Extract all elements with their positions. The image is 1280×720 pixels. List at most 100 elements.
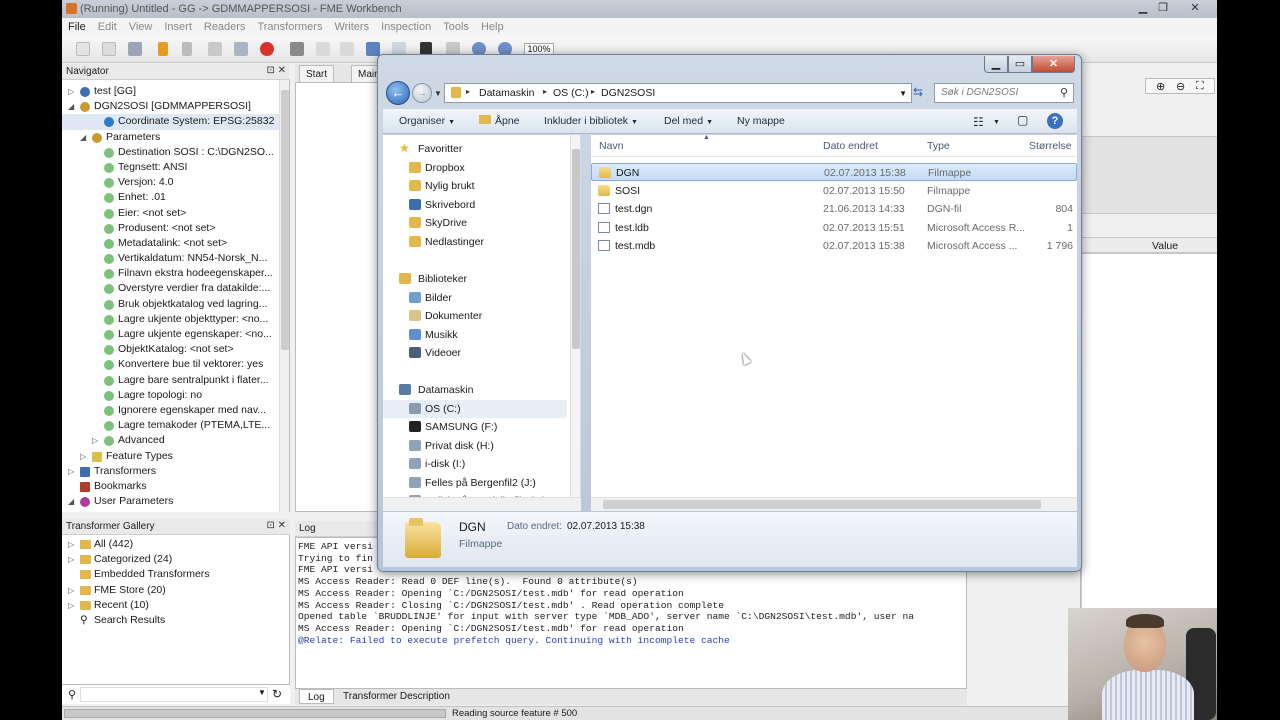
minimize-icon[interactable]: ▁ (984, 56, 1008, 73)
share-with-button[interactable]: Del med ▼ (664, 115, 713, 127)
nav-item[interactable]: OS (C:) (383, 400, 567, 418)
gallery-item[interactable]: ▷ All (442) (62, 537, 282, 552)
tree-item[interactable]: Lagre temakoder (PTEMA,LTE... (62, 418, 280, 433)
column-size[interactable]: Størrelse (1029, 140, 1072, 152)
history-dropdown-icon[interactable]: ▼ (434, 89, 442, 98)
nav-item[interactable]: SAMSUNG (F:) (383, 418, 567, 436)
nav-item[interactable]: Skrivebord (383, 196, 567, 214)
address-dropdown-icon[interactable]: ▼ (899, 89, 907, 98)
tab-start[interactable]: Start (299, 65, 335, 82)
search-input[interactable]: Søk i DGN2SOSI ⚲ (934, 83, 1074, 103)
open-button[interactable]: Åpne (479, 115, 520, 127)
nav-item[interactable]: Datamaskin (383, 381, 567, 399)
address-bar[interactable]: ▸ Datamaskin ▸ OS (C:) ▸ DGN2SOSI ▼ (444, 83, 912, 103)
cut-icon[interactable] (290, 42, 304, 56)
nav-item[interactable]: i-disk (I:) (383, 455, 567, 473)
tree-item[interactable]: Lagre bare sentralpunkt i flater... (62, 373, 280, 388)
tree-item[interactable]: Filnavn ekstra hodeegenskaper... (62, 266, 280, 281)
gallery-item[interactable]: ▷ Recent (10) (62, 598, 282, 613)
expand-arrow-icon[interactable]: ▷ (68, 537, 74, 552)
tree-item[interactable]: ◢ Parameters (62, 130, 280, 145)
maximize-icon[interactable]: ❐ (1153, 1, 1173, 15)
nav-item[interactable]: Dropbox (383, 159, 567, 177)
open-icon[interactable] (102, 42, 116, 56)
tree-item[interactable]: Destination SOSI : C:\DGN2SO... (62, 145, 280, 160)
nav-item[interactable]: Privat disk (H:) (383, 437, 567, 455)
tree-item[interactable]: Ignorere egenskaper med nav... (62, 403, 280, 418)
tab-transformer-description[interactable]: Transformer Description (335, 689, 458, 704)
gallery-item[interactable]: ▷ FME Store (20) (62, 583, 282, 598)
inspect-icon[interactable] (234, 42, 248, 56)
gallery-item[interactable]: ⚲ Search Results (62, 613, 282, 628)
scrollbar-thumb[interactable] (572, 149, 580, 349)
tree-item[interactable]: Eier: <not set> (62, 206, 280, 221)
tree-item[interactable]: Versjon: 4.0 (62, 175, 280, 190)
nav-item[interactable]: SkyDrive (383, 214, 567, 232)
back-button[interactable]: ← (386, 81, 410, 105)
dropdown-icon[interactable]: ▼ (993, 119, 1000, 126)
gallery-search-input[interactable] (80, 687, 268, 702)
help-icon[interactable]: ? (1047, 113, 1063, 129)
expand-arrow-icon[interactable]: ▷ (68, 84, 77, 99)
navigator-scrollbar[interactable] (279, 80, 289, 512)
nav-item[interactable]: Bilder (383, 289, 567, 307)
menu-file[interactable]: File (62, 18, 92, 33)
gallery-item[interactable]: ▷ Categorized (24) (62, 552, 282, 567)
panel-controls-icon[interactable]: ⊡ ✕ (266, 520, 286, 531)
step-icon[interactable] (208, 42, 222, 56)
expand-arrow-icon[interactable]: ▷ (92, 433, 101, 448)
include-in-library-button[interactable]: Inkluder i bibliotek ▼ (544, 115, 638, 127)
expand-arrow-icon[interactable]: ▷ (68, 464, 77, 479)
tree-item[interactable]: ▷ Feature Types (62, 449, 280, 464)
tree-item[interactable]: Tegnsett: ANSI (62, 160, 280, 175)
nav-item[interactable]: Nylig brukt (383, 177, 567, 195)
tree-item[interactable]: ▷ Advanced (62, 433, 280, 448)
tree-item[interactable]: Bookmarks (62, 479, 280, 494)
tree-item[interactable]: Bruk objektkatalog ved lagring... (62, 297, 280, 312)
expand-arrow-icon[interactable]: ◢ (68, 99, 77, 114)
file-row[interactable]: test.dgn 21.06.2013 14:33 DGN-fil 804 (591, 200, 1077, 218)
tree-item[interactable]: Metadatalink: <not set> (62, 236, 280, 251)
column-name[interactable]: Navn (599, 140, 624, 152)
navigation-hscrollbar[interactable] (383, 497, 581, 511)
nav-item[interactable]: Nedlastinger (383, 233, 567, 251)
scrollbar-thumb[interactable] (281, 90, 289, 350)
save-icon[interactable] (128, 42, 142, 56)
nav-item[interactable]: ★ Favoritter (383, 140, 567, 158)
tree-item[interactable]: Overstyre verdier fra datakilde:... (62, 281, 280, 296)
nav-item[interactable]: Biblioteker (383, 270, 567, 288)
breadcrumb-drive[interactable]: OS (C:) (553, 87, 589, 99)
tree-item[interactable]: Vertikaldatum: NN54-Norsk_N... (62, 251, 280, 266)
menu-tools[interactable]: Tools (437, 18, 475, 33)
menu-help[interactable]: Help (475, 18, 510, 33)
preview-pane-icon[interactable]: ▢ (1017, 113, 1028, 127)
expand-arrow-icon[interactable]: ▷ (80, 449, 89, 464)
breadcrumb-folder[interactable]: DGN2SOSI (601, 87, 655, 99)
tree-item[interactable]: Konvertere bue til vektorer: yes (62, 357, 280, 372)
close-icon[interactable]: ✕ (1185, 1, 1205, 15)
file-row[interactable]: SOSI 02.07.2013 15:50 Filmappe (591, 182, 1077, 200)
expand-arrow-icon[interactable]: ▷ (68, 598, 74, 613)
tab-log[interactable]: Log (299, 689, 334, 704)
maximize-icon[interactable]: ▭ (1008, 56, 1032, 73)
menu-readers[interactable]: Readers (198, 18, 252, 33)
file-row[interactable]: test.mdb 02.07.2013 15:38 Microsoft Access… (591, 237, 1077, 255)
tree-item[interactable]: ▷ Transformers (62, 464, 280, 479)
new-folder-button[interactable]: Ny mappe (737, 115, 785, 127)
undo-icon[interactable] (366, 42, 380, 56)
stop-icon[interactable] (260, 42, 274, 56)
scrollbar-thumb[interactable] (603, 500, 1041, 509)
copy-icon[interactable] (316, 42, 330, 56)
minimize-icon[interactable]: ▁ (1133, 1, 1153, 15)
file-row[interactable]: DGN 02.07.2013 15:38 Filmappe (591, 163, 1077, 181)
nav-item[interactable]: Videoer (383, 344, 567, 362)
dropdown-icon[interactable]: ▼ (258, 688, 266, 697)
breadcrumb-computer[interactable]: Datamaskin (479, 87, 534, 99)
menu-edit[interactable]: Edit (92, 18, 123, 33)
column-date[interactable]: Dato endret (823, 140, 878, 152)
view-options-icon[interactable]: ☷ (973, 115, 984, 129)
tree-item[interactable]: Enhet: .01 (62, 190, 280, 205)
new-icon[interactable] (76, 42, 90, 56)
nav-item[interactable]: Musikk (383, 326, 567, 344)
expand-arrow-icon[interactable]: ◢ (80, 130, 89, 145)
